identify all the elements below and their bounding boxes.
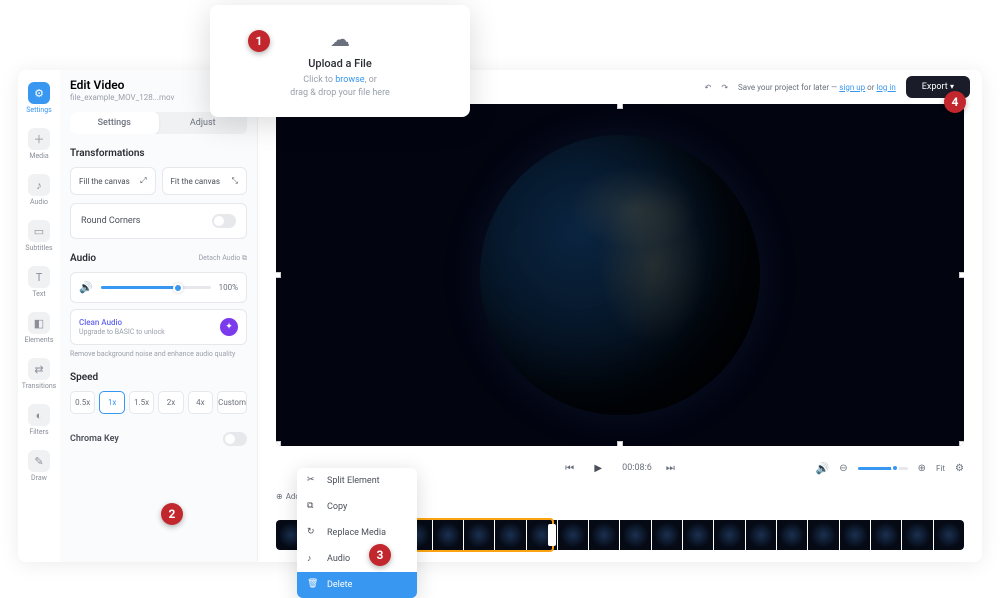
- toggle-switch[interactable]: [212, 214, 236, 228]
- skip-forward-icon[interactable]: ⏭: [666, 463, 675, 474]
- transformations-label: Transformations: [70, 148, 247, 159]
- save-prompt: Save your project for later — sign up or…: [738, 83, 896, 92]
- annotation-3: 3: [369, 544, 391, 566]
- redo-icon[interactable]: ↷: [721, 83, 728, 92]
- settings-panel: Edit Video file_example_MOV_128...mov Se…: [60, 70, 258, 562]
- speed-4x[interactable]: 4x: [188, 391, 213, 414]
- shapes-icon: ◧: [28, 312, 50, 334]
- sparkle-icon: ✦: [220, 318, 238, 336]
- refresh-icon: ↻: [307, 527, 319, 539]
- volume-percent: 100%: [219, 283, 238, 292]
- plus-circle-icon: ⊕: [276, 492, 283, 501]
- ctx-delete[interactable]: 🗑Delete: [297, 572, 417, 598]
- compress-icon: ⤡: [232, 176, 238, 186]
- annotation-1: 1: [248, 30, 270, 52]
- speed-1x[interactable]: 1x: [99, 391, 124, 414]
- speed-1-5x[interactable]: 1.5x: [129, 391, 154, 414]
- nav-settings[interactable]: ⚙Settings: [18, 76, 60, 120]
- resize-handle[interactable]: [276, 272, 281, 278]
- speed-label: Speed: [70, 372, 247, 383]
- music-icon: ♪: [28, 174, 50, 196]
- speed-custom[interactable]: Custom: [217, 391, 247, 414]
- detach-audio-link[interactable]: Detach Audio ⧉: [199, 254, 247, 263]
- ctx-replace[interactable]: ↻Replace Media: [297, 520, 417, 546]
- annotation-4: 4: [944, 91, 966, 113]
- audio-label: Audio: [70, 253, 96, 264]
- skip-back-icon[interactable]: ⏮: [565, 463, 574, 474]
- fit-canvas-button[interactable]: Fit the canvas⤡: [162, 167, 248, 195]
- zoom-slider[interactable]: [858, 467, 908, 470]
- upload-card[interactable]: ☁ Upload a File Click to browse, ordrag …: [210, 5, 470, 117]
- resize-handle[interactable]: [959, 441, 964, 446]
- resize-handle[interactable]: [617, 441, 623, 446]
- expand-icon: ⤢: [140, 176, 146, 186]
- plus-icon: ＋: [28, 128, 50, 150]
- copy-icon: ⧉: [307, 501, 319, 513]
- settings-icon[interactable]: ⚙: [955, 463, 964, 474]
- video-frame: [480, 135, 760, 415]
- resize-handle[interactable]: [959, 272, 964, 278]
- resize-handle[interactable]: [617, 104, 623, 109]
- annotation-2: 2: [161, 503, 183, 525]
- nav-subtitles[interactable]: ▭Subtitles: [18, 214, 60, 258]
- ctx-split[interactable]: ✂Split Element: [297, 468, 417, 494]
- round-corners-toggle[interactable]: Round Corners: [70, 203, 247, 239]
- ctx-copy[interactable]: ⧉Copy: [297, 494, 417, 520]
- speed-0-5x[interactable]: 0.5x: [70, 391, 95, 414]
- contrast-icon: ◐: [28, 404, 50, 426]
- resize-handle[interactable]: [276, 441, 281, 446]
- transformations-section: Transformations Fill the canvas⤢ Fit the…: [70, 148, 247, 239]
- cc-icon: ▭: [28, 220, 50, 242]
- trash-icon: 🗑: [307, 579, 319, 591]
- nav-elements[interactable]: ◧Elements: [18, 306, 60, 350]
- scissors-icon: ✂: [307, 475, 319, 487]
- pencil-icon: ✎: [28, 450, 50, 472]
- login-link[interactable]: log in: [876, 83, 895, 92]
- nav-audio[interactable]: ♪Audio: [18, 168, 60, 212]
- nav-media[interactable]: ＋Media: [18, 122, 60, 166]
- fill-canvas-button[interactable]: Fill the canvas⤢: [70, 167, 156, 195]
- browse-link[interactable]: browse: [335, 75, 364, 85]
- play-icon[interactable]: ▶: [588, 458, 608, 478]
- context-menu: ✂Split Element ⧉Copy ↻Replace Media ♪Aud…: [297, 468, 417, 598]
- gear-icon: ⚙: [28, 82, 50, 104]
- transition-icon: ⇄: [28, 358, 50, 380]
- volume-row: 🔊 100%: [70, 272, 247, 303]
- video-editor-app: ⚙Settings ＋Media ♪Audio ▭Subtitles TText…: [18, 70, 982, 562]
- nav-text[interactable]: TText: [18, 260, 60, 304]
- signup-link[interactable]: sign up: [839, 83, 865, 92]
- nav-rail: ⚙Settings ＋Media ♪Audio ▭Subtitles TText…: [18, 70, 60, 562]
- audio-section: Audio Detach Audio ⧉ 🔊 100% Clean Audio …: [70, 253, 247, 358]
- chevron-down-icon: ▾: [950, 82, 954, 91]
- video-preview[interactable]: [276, 104, 964, 446]
- volume-slider[interactable]: [101, 286, 211, 289]
- speaker-icon[interactable]: 🔊: [79, 281, 93, 294]
- music-icon: ♪: [307, 553, 319, 565]
- speaker-icon[interactable]: 🔊: [816, 462, 830, 475]
- fit-button[interactable]: Fit: [936, 464, 945, 473]
- text-icon: T: [28, 266, 50, 288]
- toggle-switch[interactable]: [223, 432, 247, 446]
- clean-audio-card[interactable]: Clean Audio Upgrade to BASIC to unlock ✦: [70, 309, 247, 345]
- upload-desc: Click to browse, ordrag & drop your file…: [230, 74, 450, 99]
- chroma-section: Chroma Key: [70, 428, 247, 450]
- playback-time: 00:08:6: [622, 463, 652, 473]
- zoom-in-icon[interactable]: ⊕: [918, 463, 926, 474]
- speed-2x[interactable]: 2x: [158, 391, 183, 414]
- audio-note: Remove background noise and enhance audi…: [70, 350, 247, 358]
- speed-section: Speed 0.5x 1x 1.5x 2x 4x Custom: [70, 372, 247, 414]
- chroma-key-toggle[interactable]: Chroma Key: [70, 428, 247, 450]
- nav-draw[interactable]: ✎Draw: [18, 444, 60, 488]
- ctx-audio[interactable]: ♪Audio: [297, 546, 417, 572]
- nav-transitions[interactable]: ⇄Transitions: [18, 352, 60, 396]
- undo-icon[interactable]: ↶: [705, 83, 712, 92]
- zoom-out-icon[interactable]: ⊖: [839, 463, 847, 474]
- tab-settings[interactable]: Settings: [70, 112, 159, 134]
- nav-filters[interactable]: ◐Filters: [18, 398, 60, 442]
- upload-title: Upload a File: [230, 57, 450, 70]
